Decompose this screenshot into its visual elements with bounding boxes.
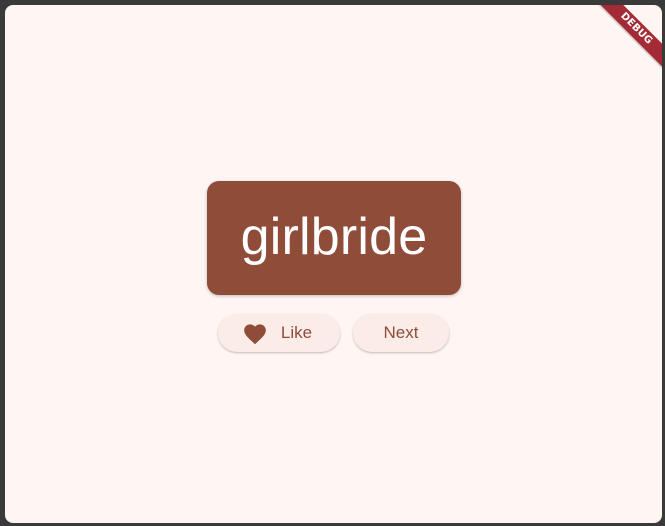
app-window: girlbride Like Next DEBUG <box>5 5 662 523</box>
heart-icon <box>242 321 268 345</box>
next-button-label: Next <box>383 323 419 342</box>
debug-banner: DEBUG <box>582 5 662 85</box>
like-button[interactable]: Like <box>218 314 340 352</box>
like-button-label: Like <box>280 323 313 342</box>
next-button[interactable]: Next <box>353 314 449 352</box>
word-pair-text: girlbride <box>240 208 428 266</box>
word-pair-card: girlbride <box>207 181 461 295</box>
debug-ribbon: DEBUG <box>594 5 662 71</box>
